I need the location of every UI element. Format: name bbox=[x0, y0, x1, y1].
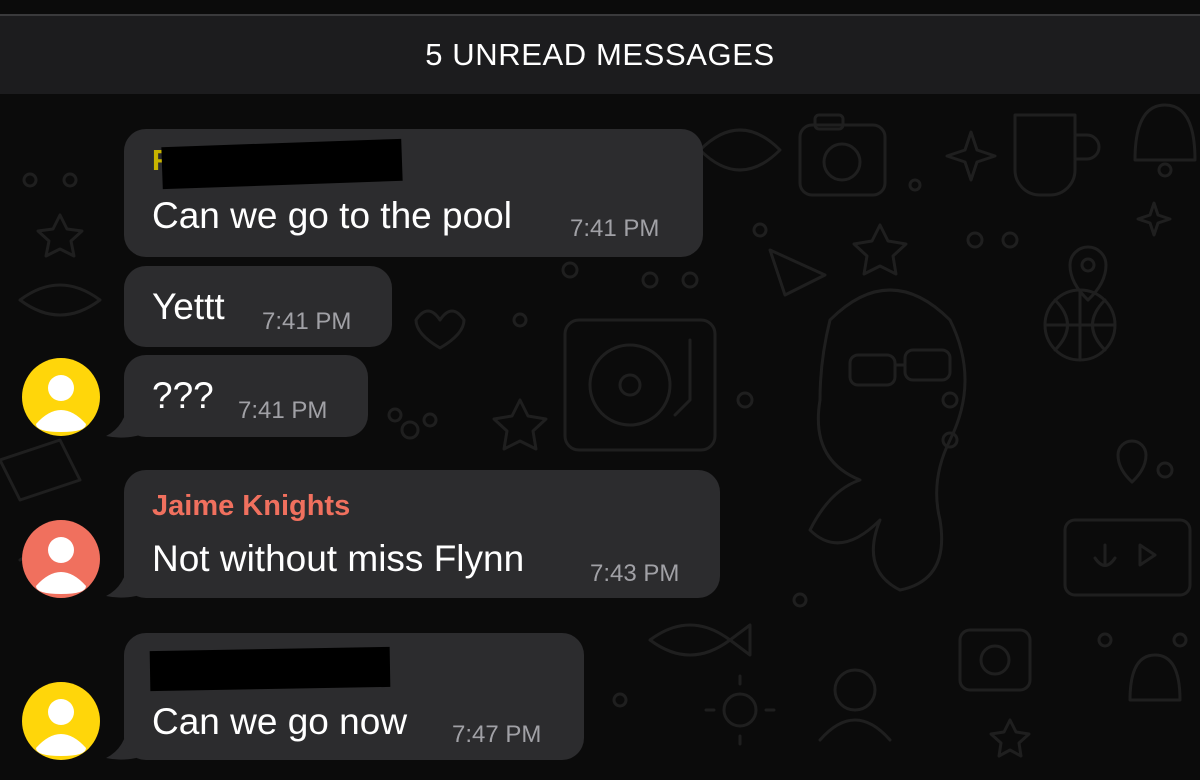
sender-name[interactable]: Jaime Knights bbox=[152, 490, 350, 523]
message-timestamp: 7:41 PM bbox=[570, 215, 660, 242]
user-avatar-icon bbox=[36, 375, 86, 432]
message-text: Can we go now bbox=[152, 701, 408, 742]
message-bubble[interactable]: Yettt 7:41 PM bbox=[124, 266, 392, 347]
contact-avatar[interactable] bbox=[22, 358, 100, 436]
unread-count-label: 5 UNREAD MESSAGES bbox=[425, 37, 775, 72]
user-avatar-icon bbox=[36, 699, 86, 756]
message-text: Not without miss Flynn bbox=[152, 538, 525, 579]
message-bubble[interactable]: R Can we go to the pool 7:41 PM bbox=[124, 129, 703, 257]
message-timestamp: 7:43 PM bbox=[590, 560, 680, 587]
message-bubble[interactable]: Jaime Knights Not without miss Flynn 7:4… bbox=[124, 470, 720, 598]
redaction-mark bbox=[149, 646, 391, 692]
unread-messages-banner: 5 UNREAD MESSAGES bbox=[0, 16, 1200, 94]
contact-avatar[interactable] bbox=[22, 520, 100, 598]
message-timestamp: 7:41 PM bbox=[262, 308, 352, 335]
user-avatar-icon bbox=[36, 537, 86, 594]
message-bubble[interactable]: Can we go now 7:47 PM bbox=[124, 633, 584, 760]
message-text: Can we go to the pool bbox=[152, 195, 512, 236]
message-text: Yettt bbox=[152, 286, 225, 327]
message-timestamp: 7:41 PM bbox=[238, 397, 328, 424]
message-timestamp: 7:47 PM bbox=[452, 721, 542, 748]
message-text: ??? bbox=[152, 375, 214, 416]
message-bubble[interactable]: ??? 7:41 PM bbox=[124, 355, 368, 437]
contact-avatar[interactable] bbox=[22, 682, 100, 760]
redaction-mark bbox=[161, 138, 403, 190]
